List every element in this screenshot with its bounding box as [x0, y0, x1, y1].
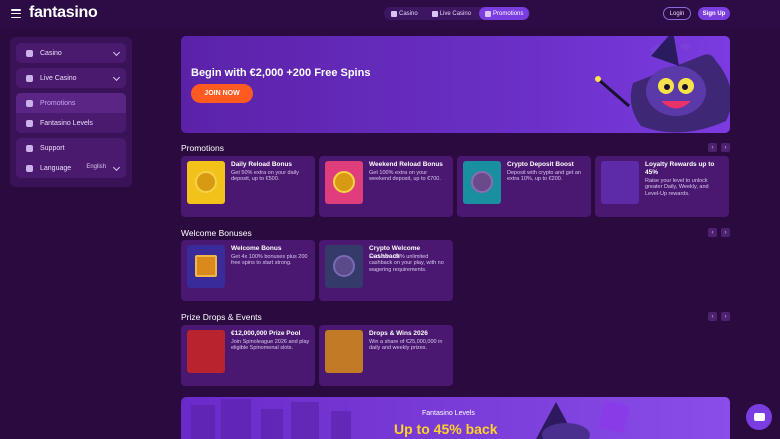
- sidebar-item-label: Live Casino: [40, 74, 77, 82]
- section-title-welcome: Welcome Bonuses: [181, 228, 252, 238]
- card-description: Exclusive 20% unlimited cashback on your…: [369, 254, 444, 273]
- card-description: Deposit with crypto and get an extra 10%…: [507, 170, 581, 183]
- sidebar-item-label: Language: [40, 164, 72, 172]
- sidebar-group: Live Casino: [16, 68, 126, 88]
- levels-banner[interactable]: Fantasino Levels Up to 45% back: [181, 397, 730, 439]
- tab-live-casino[interactable]: Live Casino: [426, 7, 477, 20]
- welcome-card-crypto-cashback[interactable]: Crypto Welcome Cashback Exclusive 20% un…: [319, 240, 453, 301]
- sidebar-group: Support Language English: [16, 138, 126, 178]
- prize-card-drops-wins[interactable]: Drops & Wins 2026 Win a share of €25,000…: [319, 325, 453, 386]
- top-bar: fantasino Casino Live Casino Promotions …: [0, 0, 780, 28]
- sidebar-item-language[interactable]: Language English: [16, 158, 126, 178]
- card-thumbnail: [325, 161, 363, 204]
- card-thumbnail: [601, 161, 639, 204]
- coin-icon: [333, 171, 355, 193]
- card-thumbnail: [325, 330, 363, 373]
- card-title: Loyalty Rewards up to 45%: [645, 161, 715, 176]
- hero-title: Begin with €2,000 +200 Free Spins: [191, 67, 371, 79]
- support-icon: [26, 144, 33, 152]
- tab-label: Casino: [399, 10, 418, 17]
- welcome-card-welcome-bonus[interactable]: Welcome Bonus Get 4x 100% bonuses plus 2…: [181, 240, 315, 301]
- sidebar-item-label: Casino: [40, 49, 62, 57]
- login-button[interactable]: Login: [663, 7, 691, 20]
- hero-illustration: [595, 36, 730, 133]
- sidebar-group: Casino: [16, 43, 126, 63]
- card-title: Weekend Reload Bonus: [369, 161, 443, 168]
- tab-promotions[interactable]: Promotions: [479, 7, 530, 20]
- chevron-right-icon[interactable]: ›: [721, 228, 730, 237]
- casino-icon: [26, 49, 33, 57]
- bitcoin-icon: [471, 171, 493, 193]
- gift-icon: [26, 99, 33, 107]
- logo[interactable]: fantasino: [29, 4, 98, 22]
- target-icon: [26, 119, 33, 127]
- menu-icon[interactable]: [11, 9, 21, 19]
- welcome-carousel-arrows: ‹ ›: [708, 228, 730, 237]
- banner-headline: Up to 45% back: [394, 421, 498, 437]
- sidebar-item-casino[interactable]: Casino: [16, 43, 126, 63]
- sidebar-item-live-casino[interactable]: Live Casino: [16, 68, 126, 88]
- card-title: €12,000,000 Prize Pool: [231, 330, 301, 337]
- chevron-right-icon[interactable]: ›: [721, 312, 730, 321]
- section-title-promotions: Promotions: [181, 143, 224, 153]
- card-thumbnail: [325, 245, 363, 288]
- sidebar-item-support[interactable]: Support: [16, 138, 126, 158]
- sidebar-item-fantasino-levels[interactable]: Fantasino Levels: [16, 113, 126, 133]
- promo-card-loyalty[interactable]: Loyalty Rewards up to 45% Raise your lev…: [595, 156, 729, 217]
- card-thumbnail: [463, 161, 501, 204]
- live-casino-icon: [431, 10, 438, 17]
- promo-card-crypto-deposit[interactable]: Crypto Deposit Boost Deposit with crypto…: [457, 156, 591, 217]
- sidebar-item-label: Support: [40, 144, 65, 152]
- join-now-button[interactable]: JOIN NOW: [191, 84, 253, 103]
- promo-card-weekend-reload[interactable]: Weekend Reload Bonus Get 100% extra on y…: [319, 156, 453, 217]
- card-title: Drops & Wins 2026: [369, 330, 428, 337]
- chat-button[interactable]: [746, 404, 772, 430]
- card-thumbnail: [187, 161, 225, 204]
- card-title: Daily Reload Bonus: [231, 161, 293, 168]
- chat-icon: [753, 413, 765, 421]
- tab-casino[interactable]: Casino: [385, 7, 424, 20]
- card-description: Join Spinoleague 2026 and play eligible …: [231, 339, 310, 352]
- card-thumbnail: [187, 330, 225, 373]
- chevron-down-icon[interactable]: [112, 73, 121, 82]
- gift-icon: [485, 10, 492, 17]
- promo-card-daily-reload[interactable]: Daily Reload Bonus Get 50% extra on your…: [181, 156, 315, 217]
- card-description: Get 4x 100% bonuses plus 200 free spins …: [231, 254, 308, 267]
- prize-carousel-arrows: ‹ ›: [708, 312, 730, 321]
- chevron-down-icon[interactable]: [112, 48, 121, 57]
- sidebar-item-label: Promotions: [40, 99, 76, 107]
- signup-button[interactable]: Sign Up: [698, 7, 730, 20]
- card-thumbnail: [187, 245, 225, 288]
- top-tabs: Casino Live Casino Promotions: [384, 7, 531, 20]
- card-title: Crypto Deposit Boost: [507, 161, 574, 168]
- chevron-left-icon[interactable]: ‹: [708, 312, 717, 321]
- sidebar-group: Promotions Fantasino Levels: [16, 93, 126, 133]
- hero-banner: Begin with €2,000 +200 Free Spins JOIN N…: [181, 36, 730, 133]
- sidebar: Casino Live Casino Promotions Fantasino …: [10, 37, 132, 187]
- card-title: Welcome Bonus: [231, 245, 282, 252]
- globe-icon: [26, 164, 33, 172]
- bitcoin-icon: [333, 255, 355, 277]
- card-description: Raise your level to unlock greater Daily…: [645, 178, 709, 197]
- casino-icon: [391, 10, 397, 17]
- gift-icon: [195, 255, 217, 277]
- banner-title: Fantasino Levels: [422, 410, 475, 417]
- section-title-prize-drops: Prize Drops & Events: [181, 312, 262, 322]
- chevron-left-icon[interactable]: ‹: [708, 143, 717, 152]
- tab-label: Promotions: [493, 10, 524, 17]
- sidebar-item-label: Fantasino Levels: [40, 119, 93, 127]
- promotions-carousel-arrows: ‹ ›: [708, 143, 730, 152]
- card-description: Win a share of €25,000,000 in daily and …: [369, 339, 443, 352]
- chevron-down-icon[interactable]: [112, 163, 121, 172]
- card-description: Get 50% extra on your daily deposit, up …: [231, 170, 299, 183]
- prize-card-prize-pool[interactable]: €12,000,000 Prize Pool Join Spinoleague …: [181, 325, 315, 386]
- chevron-right-icon[interactable]: ›: [721, 143, 730, 152]
- sidebar-item-promotions[interactable]: Promotions: [16, 93, 126, 113]
- coin-icon: [195, 171, 217, 193]
- chevron-left-icon[interactable]: ‹: [708, 228, 717, 237]
- live-casino-icon: [26, 74, 33, 82]
- language-value: English: [86, 164, 106, 170]
- card-description: Get 100% extra on your weekend deposit, …: [369, 170, 441, 183]
- tab-label: Live Casino: [439, 10, 472, 17]
